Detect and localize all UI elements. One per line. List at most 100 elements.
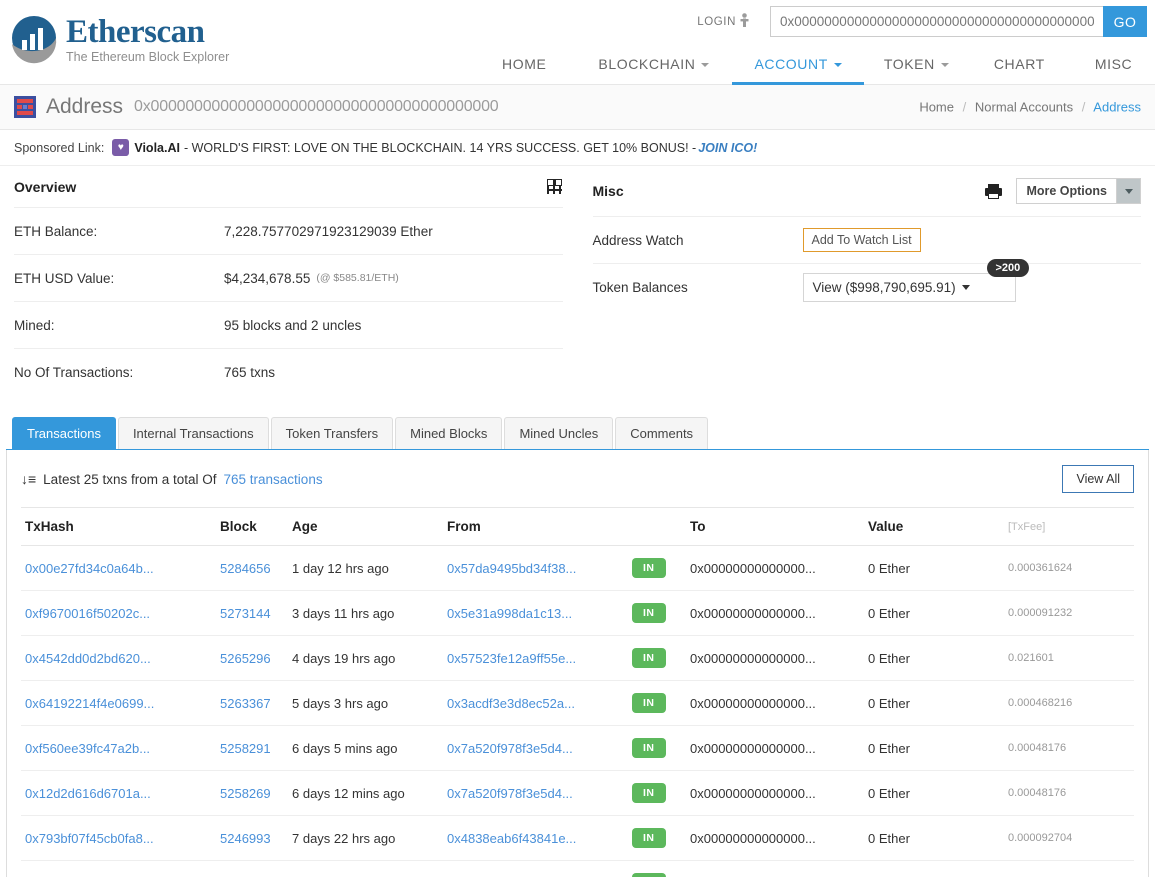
tx-value: 0 Ether xyxy=(864,680,1004,726)
block-link[interactable]: 5258291 xyxy=(220,741,271,756)
block-link[interactable]: 5246993 xyxy=(220,831,271,846)
more-options-button[interactable]: More Options xyxy=(1016,178,1141,204)
tab-mined-blocks[interactable]: Mined Blocks xyxy=(395,417,503,449)
nav-item-chart[interactable]: CHART xyxy=(994,46,1045,84)
site-logo[interactable]: Etherscan The Ethereum Block Explorer xyxy=(8,14,229,66)
nav-item-token[interactable]: TOKEN xyxy=(884,46,949,84)
chevron-down-icon xyxy=(833,63,842,67)
breadcrumb-normal-accounts[interactable]: Normal Accounts xyxy=(975,100,1073,115)
tab-transactions[interactable]: Transactions xyxy=(12,417,116,449)
search-go-button[interactable]: GO xyxy=(1103,6,1147,37)
table-row[interactable]: 0xf9670016f50202c... 5273144 3 days 11 h… xyxy=(21,590,1134,636)
nav-item-account[interactable]: ACCOUNT xyxy=(732,46,865,85)
from-address-link[interactable]: 0x4838eab6f43841e... xyxy=(447,831,576,846)
overview-key: No Of Transactions: xyxy=(14,364,134,380)
tx-hash-link[interactable]: 0x00e27fd34c0a64b... xyxy=(25,561,154,576)
tx-fee: 0.021601 xyxy=(1004,635,1134,681)
tx-age: 1 day 12 hrs ago xyxy=(288,545,443,591)
breadcrumb-home[interactable]: Home xyxy=(919,100,954,115)
tx-hash-link[interactable]: 0xf9670016f50202c... xyxy=(25,606,150,621)
from-address-link[interactable]: 0x5e31a998da1c13... xyxy=(447,606,572,621)
misc-row-address-watch: Address Watch Add To Watch List xyxy=(592,216,1141,263)
nav-item-blockchain[interactable]: BLOCKCHAIN xyxy=(598,46,710,84)
tx-age: 6 days 5 mins ago xyxy=(288,725,443,771)
nav-item-misc[interactable]: MISC xyxy=(1095,46,1155,84)
from-address-link[interactable]: 0x7a520f978f3e5d4... xyxy=(447,786,573,801)
tab-mined-uncles[interactable]: Mined Uncles xyxy=(504,417,614,449)
main-nav: HOME BLOCKCHAIN ACCOUNT TOKEN CHART MISC xyxy=(480,46,1155,85)
sponsored-label: Sponsored Link: xyxy=(14,140,105,155)
sponsor-brand[interactable]: Viola.AI xyxy=(134,141,180,155)
total-transactions-link[interactable]: 765 transactions xyxy=(224,472,323,487)
print-icon[interactable] xyxy=(985,183,1003,199)
overview-panel: Overview ETH Balance: 7,228.757702971923… xyxy=(14,174,563,395)
token-balances-value: View ($998,790,695.91) xyxy=(812,279,956,295)
heart-icon: ♥ xyxy=(112,139,130,156)
table-row[interactable]: 0x793bf07f45cb0fa8... 5246993 7 days 22 … xyxy=(21,815,1134,861)
sponsored-link-bar: Sponsored Link: ♥ Viola.AI - WORLD'S FIR… xyxy=(0,130,1155,166)
tx-value: 0 Ether xyxy=(864,590,1004,636)
qr-code-icon[interactable] xyxy=(545,178,563,195)
tx-fee: 0.000091232 xyxy=(1004,590,1134,636)
nav-label-misc: MISC xyxy=(1094,56,1133,72)
header-search[interactable]: GO xyxy=(770,6,1147,37)
overview-value: 7,228.757702971923129039 Ether xyxy=(224,223,433,239)
from-address-link[interactable]: 0x7a520f978f3e5d4... xyxy=(447,741,573,756)
tab-token-transfers[interactable]: Token Transfers xyxy=(270,417,394,449)
view-all-button[interactable]: View All xyxy=(1062,465,1134,493)
token-balances-select[interactable]: View ($998,790,695.91) xyxy=(802,272,1016,302)
tx-hash-link[interactable]: 0x4542dd0d2bd620... xyxy=(25,651,151,666)
table-row[interactable]: 0x64192214f4e0699... 5263367 5 days 3 hr… xyxy=(21,680,1134,726)
overview-row-eth-balance: ETH Balance: 7,228.757702971923129039 Et… xyxy=(14,207,563,254)
search-input[interactable] xyxy=(770,6,1103,37)
tx-hash-link[interactable]: 0x64192214f4e0699... xyxy=(25,696,154,711)
tx-age: 7 days 22 hrs ago xyxy=(288,815,443,861)
breadcrumb-separator: / xyxy=(962,99,967,115)
direction-badge: IN xyxy=(632,603,666,623)
add-to-watch-list-button[interactable]: Add To Watch List xyxy=(802,228,921,252)
chevron-down-icon[interactable] xyxy=(1116,179,1140,203)
direction-badge: IN xyxy=(632,558,666,578)
address-watch-label: Address Watch xyxy=(592,232,684,248)
block-link[interactable]: 5263367 xyxy=(220,696,271,711)
block-link[interactable]: 5273144 xyxy=(220,606,271,621)
table-row[interactable]: 0xf560ee39fc47a2b... 5258291 6 days 5 mi… xyxy=(21,725,1134,771)
to-address: 0x00000000000000... xyxy=(686,770,864,816)
block-link[interactable]: 5265296 xyxy=(220,651,271,666)
address-hash: 0x00000000000000000000000000000000000000… xyxy=(134,98,499,115)
misc-title: Misc xyxy=(592,183,624,199)
chevron-down-icon xyxy=(940,63,949,67)
tx-age: 9 days 1 hr ago xyxy=(288,860,443,877)
block-link[interactable]: 5284656 xyxy=(220,561,271,576)
breadcrumb-current: Address xyxy=(1093,99,1141,115)
page-title: Address xyxy=(46,95,124,118)
from-address-link[interactable]: 0x3acdf3e3d8ec52a... xyxy=(447,696,575,711)
table-row[interactable]: 0x12d2d616d6701a... 5258269 6 days 12 mi… xyxy=(21,770,1134,816)
tx-hash-link[interactable]: 0xf560ee39fc47a2b... xyxy=(25,741,150,756)
login-link[interactable]: LOGIN xyxy=(697,13,749,30)
user-icon xyxy=(740,13,749,30)
tabs-container: Transactions Internal Transactions Token… xyxy=(0,417,1155,450)
direction-badge: IN xyxy=(632,738,666,758)
sort-icon[interactable]: ↓≡ xyxy=(21,471,36,487)
block-link[interactable]: 5258269 xyxy=(220,786,271,801)
sponsor-cta-link[interactable]: JOIN ICO! xyxy=(698,141,757,155)
direction-badge: IN xyxy=(632,873,666,877)
tx-value: 0 Ether xyxy=(864,635,1004,681)
direction-badge: IN xyxy=(632,828,666,848)
tx-hash-link[interactable]: 0x12d2d616d6701a... xyxy=(25,786,151,801)
from-address-link[interactable]: 0x57da9495bd34f38... xyxy=(447,561,576,576)
tx-fee: 0.000468216 xyxy=(1004,680,1134,726)
direction-badge: IN xyxy=(632,783,666,803)
tab-internal-transactions[interactable]: Internal Transactions xyxy=(117,417,269,449)
overview-title: Overview xyxy=(14,178,77,195)
nav-item-home[interactable]: HOME xyxy=(502,46,546,84)
tx-hash-link[interactable]: 0x793bf07f45cb0fa8... xyxy=(25,831,154,846)
tab-comments[interactable]: Comments xyxy=(615,417,709,449)
table-row[interactable]: 0x00e27fd34c0a64b... 5284656 1 day 12 hr… xyxy=(21,545,1134,591)
table-row[interactable]: 0x93c8f11a720fde3... 5240465 9 days 1 hr… xyxy=(21,860,1134,877)
token-count-badge: >200 xyxy=(986,258,1030,277)
from-address-link[interactable]: 0x57523fe12a9ff55e... xyxy=(447,651,576,666)
logo-subtitle: The Ethereum Block Explorer xyxy=(66,50,230,65)
table-row[interactable]: 0x4542dd0d2bd620... 5265296 4 days 19 hr… xyxy=(21,635,1134,681)
